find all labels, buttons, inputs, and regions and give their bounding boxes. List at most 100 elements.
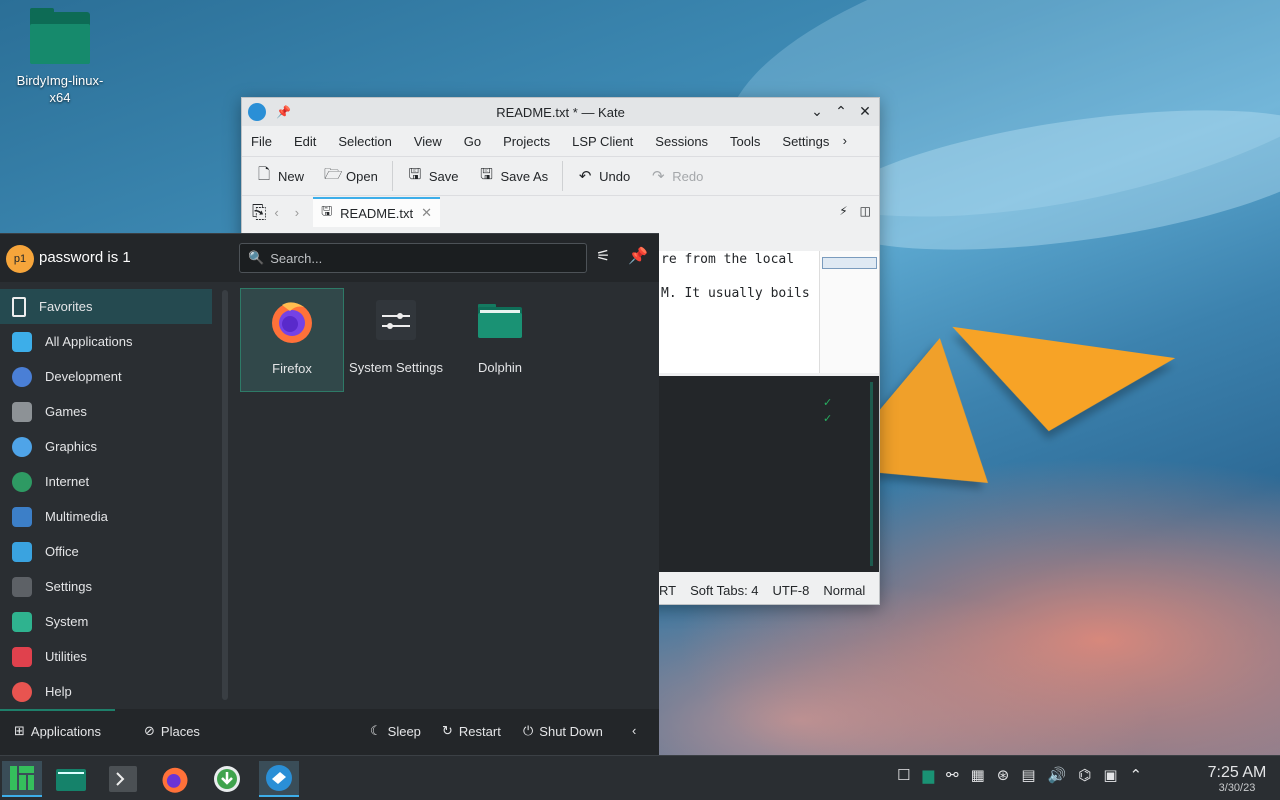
app-dolphin[interactable]: Dolphin	[448, 288, 552, 392]
menu-projects[interactable]: Projects	[503, 134, 561, 149]
category-utilities[interactable]: Utilities	[0, 639, 212, 674]
tab-readme[interactable]: 🖫 README.txt ✕	[313, 197, 441, 227]
toolbar-separator	[562, 161, 564, 191]
clipboard-icon[interactable]: ▦	[971, 766, 985, 784]
category-system[interactable]: System	[0, 604, 212, 639]
open-button[interactable]: 🗁 Open	[324, 164, 378, 189]
quick-open-icon[interactable]: ⚡	[839, 204, 847, 218]
grid-icon	[12, 331, 32, 352]
network-icon[interactable]: ▣	[1103, 766, 1117, 784]
category-favorites[interactable]: Favorites	[0, 289, 212, 324]
tab-applications[interactable]: ⊞ Applications	[14, 723, 101, 739]
restart-button[interactable]: ↻ Restart	[442, 723, 501, 739]
category-help[interactable]: Help	[0, 674, 212, 709]
documents-icon[interactable]: ⎘	[252, 202, 266, 223]
check-icon: ✓	[823, 397, 833, 409]
menu-overflow-icon[interactable]: ›	[843, 133, 858, 148]
menu-lsp-client[interactable]: LSP Client	[572, 134, 644, 149]
document-tabbar: ⎘ ‹ › 🖫 README.txt ✕ ⚡ ◫	[242, 196, 879, 228]
menu-tools[interactable]: Tools	[730, 134, 771, 149]
vault-icon[interactable]: ▆	[922, 766, 934, 784]
utilities-icon	[12, 646, 32, 667]
sidebar-scrollbar[interactable]	[222, 290, 228, 700]
search-field[interactable]: 🔍	[239, 243, 587, 273]
volume-icon[interactable]: 🔊	[1048, 766, 1067, 784]
grid-icon: ⊞	[14, 723, 25, 738]
terminal-panel[interactable]: ✓ ✓	[657, 376, 879, 572]
updates-icon[interactable]: ⊛	[997, 766, 1010, 784]
save-icon: 🖫	[321, 203, 333, 218]
network-share-icon[interactable]: ⚯	[946, 766, 959, 784]
category-games[interactable]: Games	[0, 394, 212, 429]
category-internet[interactable]: Internet	[0, 464, 212, 499]
new-button[interactable]: 🗋 New	[256, 164, 304, 189]
show-desktop-icon[interactable]: ☐	[897, 766, 910, 784]
menu-sessions[interactable]: Sessions	[655, 134, 719, 149]
settings-icon	[12, 576, 32, 597]
menu-settings[interactable]: Settings	[782, 134, 840, 149]
taskbar-dolphin[interactable]	[51, 761, 91, 797]
indentation-setting[interactable]: Soft Tabs: 4	[690, 583, 758, 598]
terminal-icon	[109, 766, 137, 792]
chevron-up-icon[interactable]: ⌃	[1130, 766, 1143, 784]
terminal-scrollbar[interactable]	[870, 382, 873, 566]
avatar[interactable]: p1	[6, 245, 34, 273]
active-tab-indicator	[0, 709, 115, 711]
firefox-icon	[162, 767, 188, 793]
category-graphics[interactable]: Graphics	[0, 429, 212, 464]
menu-edit[interactable]: Edit	[294, 134, 327, 149]
search-icon: 🔍	[248, 250, 265, 265]
encoding-setting[interactable]: UTF-8	[773, 583, 810, 598]
undo-button[interactable]: ↶ Undo	[577, 167, 630, 185]
pin-icon[interactable]: 📌	[628, 246, 648, 266]
sleep-button[interactable]: ☾ Sleep	[370, 723, 421, 739]
maximize-button[interactable]: ⌃	[833, 102, 849, 120]
menu-go[interactable]: Go	[464, 134, 492, 149]
syntax-mode[interactable]: Normal	[823, 583, 865, 598]
back-icon[interactable]: ‹	[274, 205, 278, 220]
tab-places[interactable]: ⊘ Places	[144, 723, 200, 739]
input-mode[interactable]: RT	[659, 583, 676, 598]
category-multimedia[interactable]: Multimedia	[0, 499, 212, 534]
sleep-icon: ☾	[370, 723, 382, 738]
search-input[interactable]	[270, 250, 571, 266]
usb-device-icon[interactable]: ⌬	[1078, 766, 1091, 784]
save-as-button[interactable]: 🖫 Save As	[478, 164, 548, 189]
save-button[interactable]: 🖫 Save	[407, 164, 458, 189]
close-tab-icon[interactable]: ✕	[421, 205, 432, 221]
forward-icon[interactable]: ›	[295, 205, 299, 220]
minimize-button[interactable]: ⌄	[809, 102, 825, 120]
chevron-left-icon: ‹	[632, 723, 637, 738]
redo-button[interactable]: ↷ Redo	[650, 167, 703, 185]
text-editor[interactable]: re from the local M. It usually boils	[657, 251, 879, 373]
menu-view[interactable]: View	[414, 134, 453, 149]
development-icon	[12, 366, 32, 387]
menu-selection[interactable]: Selection	[338, 134, 402, 149]
category-office[interactable]: Office	[0, 534, 212, 569]
category-development[interactable]: Development	[0, 359, 212, 394]
app-firefox[interactable]: Firefox	[240, 288, 344, 392]
taskbar-firefox[interactable]	[155, 761, 195, 797]
save-as-icon: 🖫	[480, 165, 493, 183]
category-all-applications[interactable]: All Applications	[0, 324, 212, 359]
application-launcher-button[interactable]	[2, 761, 42, 797]
close-button[interactable]: ✕	[857, 102, 873, 120]
configure-icon[interactable]: ⚟	[596, 246, 610, 266]
notes-icon[interactable]: ▤	[1021, 766, 1035, 784]
app-label: System Settings	[349, 360, 443, 375]
leave-menu-button[interactable]: ‹	[632, 723, 636, 738]
digital-clock[interactable]: 7:25 AM 3/30/23	[1204, 764, 1270, 794]
minimap[interactable]	[819, 251, 879, 373]
window-titlebar[interactable]: 📌 README.txt * — Kate ⌄ ⌃ ✕	[242, 98, 879, 126]
system-settings-icon	[376, 300, 416, 340]
shutdown-button[interactable]: ⏻ Shut Down	[523, 723, 603, 739]
menu-file[interactable]: File	[251, 134, 283, 149]
category-settings[interactable]: Settings	[0, 569, 212, 604]
desktop-folder-icon[interactable]: BirdyImg-linux-x64	[8, 8, 112, 106]
app-system-settings[interactable]: System Settings	[344, 288, 448, 392]
taskbar-kate[interactable]	[259, 761, 299, 797]
taskbar-downloader[interactable]	[207, 761, 247, 797]
taskbar: ☐ ▆ ⚯ ▦ ⊛ ▤ 🔊 ⌬ ▣ ⌃ 7:25 AM 3/30/23	[0, 755, 1280, 800]
taskbar-konsole[interactable]	[103, 761, 143, 797]
split-view-icon[interactable]: ◫	[860, 204, 871, 218]
